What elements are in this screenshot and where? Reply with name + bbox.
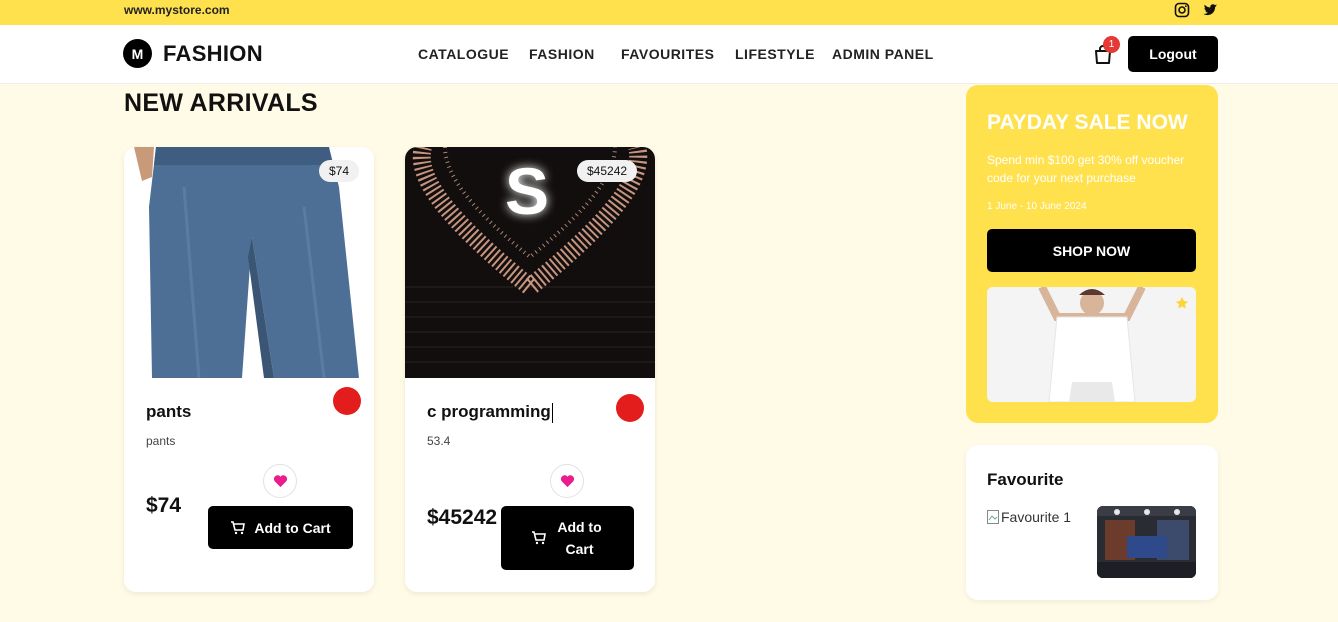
sale-date: 1 June - 10 June 2024 xyxy=(987,201,1087,212)
product-description: pants xyxy=(146,434,176,448)
sale-banner: PAYDAY SALE NOW Spend min $100 get 30% o… xyxy=(966,85,1218,423)
sale-title: PAYDAY SALE NOW xyxy=(987,111,1188,134)
sale-description: Spend min $100 get 30% off voucher code … xyxy=(987,153,1185,185)
favourite-image-alt: Favourite 1 xyxy=(1001,509,1072,525)
cart-plus-icon xyxy=(231,520,246,534)
product-name[interactable]: pants xyxy=(146,402,191,422)
shop-now-button[interactable]: SHOP NOW xyxy=(987,229,1196,272)
add-to-cart-label: Add to Cart xyxy=(557,519,602,557)
favourite-thumbnail[interactable] xyxy=(1097,506,1196,578)
product-price: $74 xyxy=(146,494,182,517)
cart-count-badge: 1 xyxy=(1103,36,1120,53)
logout-button[interactable]: Logout xyxy=(1128,36,1218,72)
store-url: www.mystore.com xyxy=(124,3,230,17)
product-description: 53.4 xyxy=(427,434,451,448)
top-bar: www.mystore.com xyxy=(0,0,1338,25)
nav-fashion[interactable]: FASHION xyxy=(529,46,595,62)
color-swatch[interactable] xyxy=(333,387,361,415)
instagram-icon[interactable] xyxy=(1174,2,1190,18)
favourite-button[interactable] xyxy=(263,464,297,498)
section-title: NEW ARRIVALS xyxy=(124,89,318,117)
nav-catalogue[interactable]: CATALOGUE xyxy=(418,46,509,62)
product-price: $45242 xyxy=(427,506,498,529)
product-card[interactable]: $74 pants pants $74 Add to Cart xyxy=(124,147,374,592)
product-name[interactable]: c programming xyxy=(427,402,553,423)
sale-model-image xyxy=(987,287,1196,402)
add-to-cart-button[interactable]: Add to Cart xyxy=(208,506,353,549)
heart-icon xyxy=(273,475,287,488)
product-card[interactable]: S $45242 c programming 53.4 $45242 Add t… xyxy=(405,147,655,592)
text-caret xyxy=(551,402,553,423)
favourite-button[interactable] xyxy=(550,464,584,498)
color-swatch[interactable] xyxy=(616,394,644,422)
heart-icon xyxy=(560,475,574,488)
nav-admin-panel[interactable]: ADMIN PANEL xyxy=(832,46,934,62)
price-tag: $74 xyxy=(319,160,360,182)
image-letter: S xyxy=(505,154,550,228)
favourite-image-broken[interactable]: Favourite 1 xyxy=(987,509,1071,525)
price-tag: $45242 xyxy=(577,160,638,182)
favourite-panel: Favourite Favourite 1 xyxy=(966,445,1218,600)
cart-plus-icon xyxy=(531,531,546,545)
nav-favourites[interactable]: FAVOURITES xyxy=(621,46,714,62)
favourite-title: Favourite xyxy=(987,470,1064,489)
twitter-icon[interactable] xyxy=(1202,2,1218,18)
logo-mark[interactable]: M xyxy=(123,39,152,68)
brand-name[interactable]: FASHION xyxy=(163,41,263,67)
nav-lifestyle[interactable]: LIFESTYLE xyxy=(735,46,815,62)
add-to-cart-label: Add to Cart xyxy=(254,519,331,536)
broken-image-icon xyxy=(987,510,999,524)
add-to-cart-button[interactable]: Add to Cart xyxy=(501,506,634,570)
